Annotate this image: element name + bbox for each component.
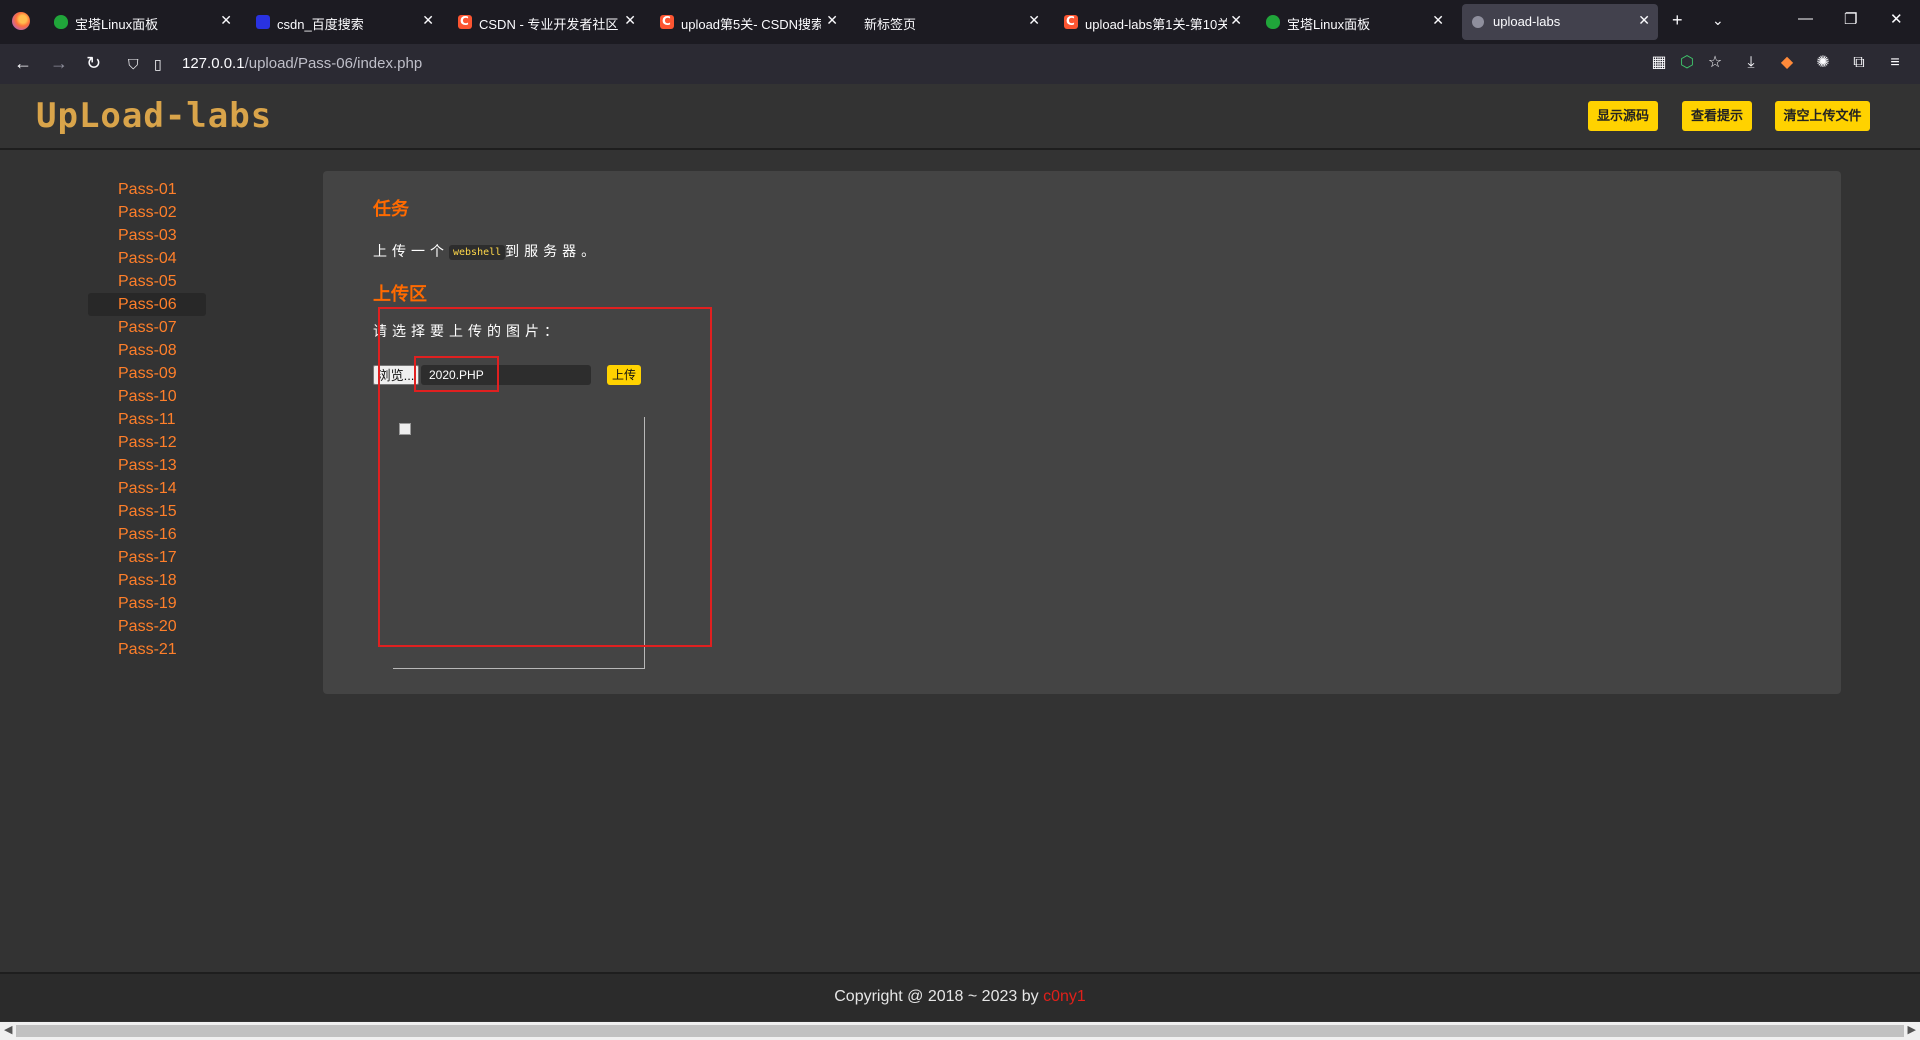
site-header: UpLoad-labs 显示源码 查看提示 清空上传文件: [0, 84, 1920, 150]
csdn-icon: [458, 14, 472, 29]
download-icon[interactable]: ⤓: [1742, 54, 1760, 72]
tab-label: csdn_百度搜索: [277, 17, 364, 32]
tab-bt-panel[interactable]: 宝塔Linux面板 ✕: [44, 4, 240, 40]
tab-label: upload-labs第1关-第10关: [1085, 17, 1227, 32]
sidebar-item-pass-19[interactable]: Pass-19: [88, 592, 206, 615]
sidebar-item-pass-07[interactable]: Pass-07: [88, 316, 206, 339]
tab-baidu[interactable]: csdn_百度搜索 ✕: [246, 4, 442, 40]
reload-icon[interactable]: ↻: [86, 52, 101, 74]
horizontal-scrollbar[interactable]: ◀ ▶: [0, 1022, 1920, 1040]
bookmark-star-icon[interactable]: ☆: [1706, 54, 1724, 72]
sidebar-item-pass-02[interactable]: Pass-02: [88, 201, 206, 224]
task-description: 上传一个 webshell 到服务器。: [373, 243, 601, 260]
sidebar-item-pass-01[interactable]: Pass-01: [88, 178, 206, 201]
tab-list-icon[interactable]: ⌄: [1712, 10, 1724, 30]
bt-panel-icon: [54, 15, 68, 29]
sidebar-item-pass-11[interactable]: Pass-11: [88, 408, 206, 431]
author-link[interactable]: c0ny1: [1043, 988, 1086, 1005]
page-content: UpLoad-labs 显示源码 查看提示 清空上传文件 Pass-01 Pass…: [0, 84, 1920, 1023]
scroll-right-icon[interactable]: ▶: [1908, 1023, 1916, 1036]
annotation-box-filename: [414, 356, 499, 392]
shield-icon[interactable]: ⛉: [128, 56, 139, 73]
extension-icon[interactable]: ⬡: [1678, 54, 1696, 72]
tab-label: upload第5关- CSDN搜索: [681, 17, 821, 32]
tab-label: 宝塔Linux面板: [75, 17, 159, 32]
sidebar-item-pass-04[interactable]: Pass-04: [88, 247, 206, 270]
menu-icon[interactable]: ≡: [1886, 54, 1904, 72]
upload-area-title: 上传区: [373, 284, 427, 304]
close-icon[interactable]: ✕: [826, 12, 838, 29]
sidebar-item-pass-21[interactable]: Pass-21: [88, 638, 206, 661]
tab-bt-panel-2[interactable]: 宝塔Linux面板 ✕: [1256, 4, 1452, 40]
main-panel: 任务 上传一个 webshell 到服务器。 上传区 请选择要上传的图片： 浏览..…: [323, 171, 1841, 694]
close-icon[interactable]: ✕: [624, 12, 636, 29]
bt-panel-icon: [1266, 15, 1280, 29]
sidebar-item-pass-20[interactable]: Pass-20: [88, 615, 206, 638]
site-logo[interactable]: UpLoad-labs: [36, 96, 272, 136]
sidebar-item-pass-09[interactable]: Pass-09: [88, 362, 206, 385]
show-source-button[interactable]: 显示源码: [1588, 101, 1658, 131]
sidebar-item-pass-08[interactable]: Pass-08: [88, 339, 206, 362]
close-icon[interactable]: ✕: [220, 12, 232, 29]
address-bar[interactable]: ⛉ ▯ 127.0.0.1/upload/Pass-06/index.php: [120, 48, 1640, 80]
close-icon[interactable]: ✕: [1230, 12, 1242, 29]
tab-strip: 宝塔Linux面板 ✕ csdn_百度搜索 ✕ CSDN - 专业开发者社区 ✕…: [0, 0, 1920, 44]
tab-label: upload-labs: [1493, 14, 1561, 29]
sidebar-item-pass-15[interactable]: Pass-15: [88, 500, 206, 523]
tab-upload-labs[interactable]: upload-labs ✕: [1462, 4, 1658, 40]
webshell-code: webshell: [449, 244, 506, 260]
sidebar-item-pass-14[interactable]: Pass-14: [88, 477, 206, 500]
level-sidebar: Pass-01 Pass-02 Pass-03 Pass-04 Pass-05 Pass-…: [88, 178, 206, 661]
sidebar-item-pass-10[interactable]: Pass-10: [88, 385, 206, 408]
tab-label: CSDN - 专业开发者社区: [479, 17, 619, 32]
back-icon[interactable]: ←: [14, 52, 32, 74]
firefox-icon[interactable]: [12, 12, 30, 30]
forward-icon[interactable]: →: [50, 52, 68, 74]
sidebar-item-pass-13[interactable]: Pass-13: [88, 454, 206, 477]
view-hint-button[interactable]: 查看提示: [1682, 101, 1752, 131]
sidebar-item-pass-06[interactable]: Pass-06: [88, 293, 206, 316]
sidebar-item-pass-03[interactable]: Pass-03: [88, 224, 206, 247]
close-icon[interactable]: ✕: [1638, 12, 1650, 29]
sidebar-item-pass-12[interactable]: Pass-12: [88, 431, 206, 454]
close-icon[interactable]: ✕: [1028, 12, 1040, 29]
site-footer: Copyright @ 2018 ~ 2023 by c0ny1: [0, 972, 1920, 1021]
close-icon[interactable]: ✕: [1432, 12, 1444, 29]
restore-icon[interactable]: ❐: [1844, 10, 1857, 28]
tab-label: 新标签页: [864, 17, 917, 32]
sidebar-item-pass-17[interactable]: Pass-17: [88, 546, 206, 569]
url-text[interactable]: 127.0.0.1/upload/Pass-06/index.php: [182, 55, 422, 72]
sidebar-item-pass-18[interactable]: Pass-18: [88, 569, 206, 592]
new-tab-icon[interactable]: +: [1672, 10, 1683, 30]
task-title: 任务: [373, 199, 409, 219]
csdn-icon: [1064, 14, 1078, 29]
scroll-left-icon[interactable]: ◀: [4, 1023, 12, 1036]
sidebar-item-pass-05[interactable]: Pass-05: [88, 270, 206, 293]
github-icon: [1472, 16, 1484, 28]
copyright-text: Copyright @ 2018 ~ 2023 by c0ny1: [834, 988, 1086, 1005]
fox-extension-icon[interactable]: ◆: [1778, 54, 1796, 72]
tab-csdn[interactable]: CSDN - 专业开发者社区 ✕: [448, 4, 644, 40]
close-window-icon[interactable]: ✕: [1890, 10, 1903, 28]
qr-code-icon[interactable]: ▦: [1650, 54, 1668, 72]
navigation-bar: ← → ↻ ⛉ ▯ 127.0.0.1/upload/Pass-06/index…: [0, 44, 1920, 84]
baidu-icon: [256, 15, 270, 29]
clear-uploads-button[interactable]: 清空上传文件: [1775, 101, 1870, 131]
extensions-puzzle-icon[interactable]: ⧉: [1850, 54, 1868, 72]
tab-csdn-search[interactable]: upload第5关- CSDN搜索 ✕: [650, 4, 846, 40]
hackbar-icon[interactable]: ✺: [1814, 54, 1832, 72]
page-info-icon[interactable]: ▯: [154, 56, 162, 73]
tab-upload-labs-csdn[interactable]: upload-labs第1关-第10关 ✕: [1054, 4, 1250, 40]
minimize-icon[interactable]: —: [1798, 10, 1813, 27]
scrollbar-thumb[interactable]: [16, 1025, 1904, 1037]
tab-label: 宝塔Linux面板: [1287, 17, 1371, 32]
csdn-icon: [660, 14, 674, 29]
tab-new[interactable]: 新标签页 ✕: [852, 4, 1048, 40]
sidebar-item-pass-16[interactable]: Pass-16: [88, 523, 206, 546]
close-icon[interactable]: ✕: [422, 12, 434, 29]
